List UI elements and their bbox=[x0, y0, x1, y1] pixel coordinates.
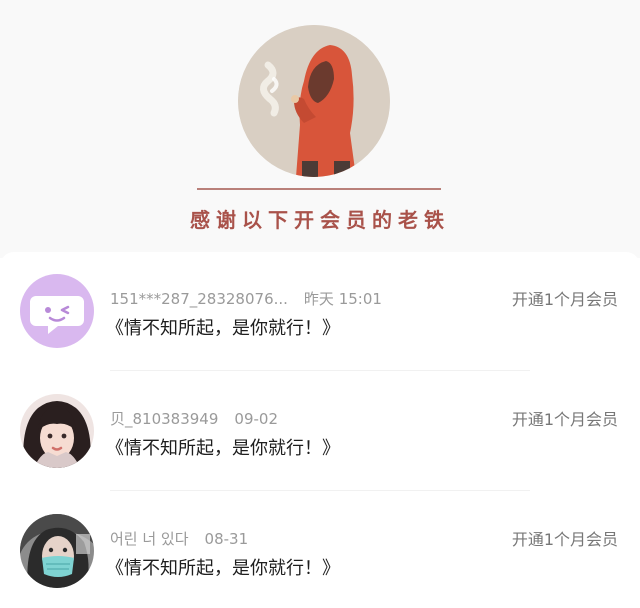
member-meta: 어린 너 있다 08-31 bbox=[110, 528, 248, 549]
list-item[interactable]: 151***287_28328076... 昨天 15:01 《情不知所起，是你就… bbox=[0, 252, 640, 370]
row-divider bbox=[110, 370, 530, 371]
banner-divider bbox=[197, 188, 441, 190]
avatar[interactable] bbox=[20, 514, 94, 588]
timestamp: 09-02 bbox=[234, 410, 278, 428]
username: 어린 너 있다 bbox=[110, 530, 189, 548]
thanks-banner: 感谢以下开会员的老铁 bbox=[0, 0, 640, 258]
timestamp: 昨天 15:01 bbox=[303, 290, 382, 308]
member-message: 《情不知所起，是你就行！》 bbox=[106, 558, 340, 579]
banner-title: 感谢以下开会员的老铁 bbox=[190, 208, 450, 232]
username: 贝_810383949 bbox=[110, 410, 219, 428]
hero-illustration bbox=[238, 25, 390, 177]
timestamp: 08-31 bbox=[204, 530, 249, 548]
member-meta: 151***287_28328076... 昨天 15:01 bbox=[110, 288, 382, 309]
row-divider bbox=[110, 490, 530, 491]
membership-action: 开通1个月会员 bbox=[511, 410, 618, 429]
membership-action: 开通1个月会员 bbox=[511, 530, 618, 549]
list-item[interactable]: 어린 너 있다 08-31 《情不知所起，是你就行！》 开通1个月会员 bbox=[0, 492, 640, 608]
username: 151***287_28328076... bbox=[110, 290, 288, 308]
member-meta: 贝_810383949 09-02 bbox=[110, 408, 278, 429]
member-message: 《情不知所起，是你就行！》 bbox=[106, 438, 340, 459]
member-message: 《情不知所起，是你就行！》 bbox=[106, 318, 340, 339]
list-item[interactable]: 贝_810383949 09-02 《情不知所起，是你就行！》 开通1个月会员 bbox=[0, 372, 640, 490]
avatar[interactable] bbox=[20, 394, 94, 468]
membership-action: 开通1个月会员 bbox=[511, 290, 618, 309]
avatar[interactable] bbox=[20, 274, 94, 348]
member-list: 151***287_28328076... 昨天 15:01 《情不知所起，是你就… bbox=[0, 252, 640, 608]
